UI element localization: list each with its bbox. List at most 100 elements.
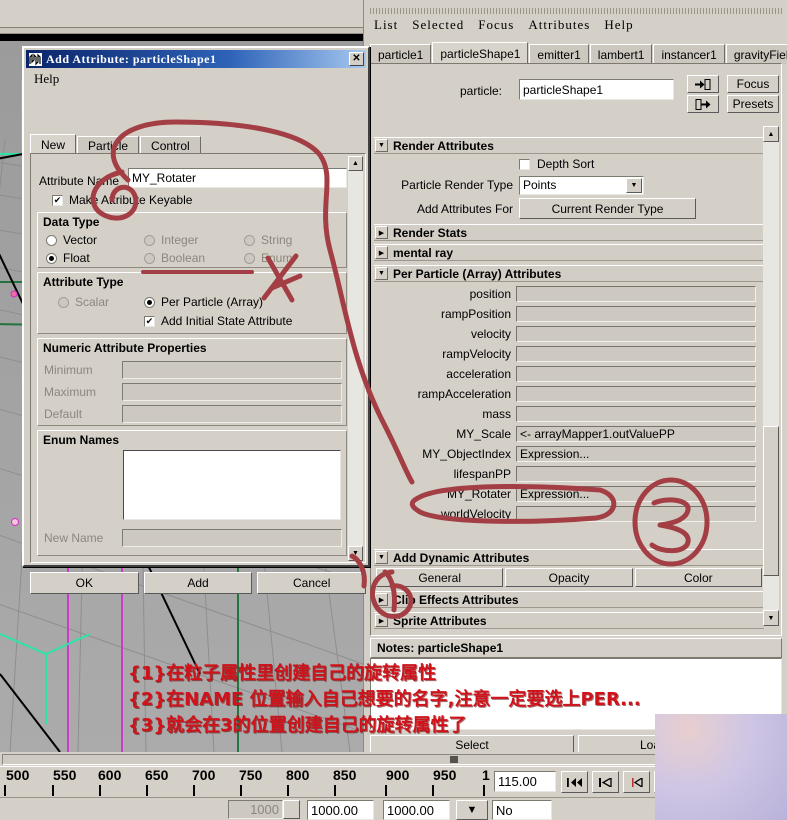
add-initial-state-checkbox[interactable]: ✔: [144, 315, 155, 327]
focus-button[interactable]: Focus: [727, 75, 779, 93]
step-back-icon[interactable]: [592, 771, 619, 793]
table-row[interactable]: velocity: [376, 325, 756, 342]
radio-string[interactable]: String: [244, 233, 292, 247]
unload-attributes-icon[interactable]: [687, 95, 719, 113]
close-icon[interactable]: ✕: [349, 52, 364, 66]
minimum-input[interactable]: [122, 360, 342, 379]
load-attributes-into-editor-icon[interactable]: [687, 75, 719, 93]
make-keyable-checkbox[interactable]: ✔: [52, 194, 63, 206]
table-row[interactable]: worldVelocity: [376, 505, 756, 522]
radio-icon[interactable]: [58, 296, 69, 308]
menu-help[interactable]: Help: [604, 17, 633, 33]
attr-value[interactable]: [516, 345, 756, 362]
make-keyable-row[interactable]: ✔ Make Attribute Keyable: [52, 193, 192, 207]
radio-icon[interactable]: [46, 234, 57, 246]
add-attribute-dialog[interactable]: Add Attribute: particleShape1 ✕ Help New…: [22, 46, 370, 594]
radio-icon[interactable]: [144, 252, 155, 264]
go-to-start-icon[interactable]: [561, 771, 588, 793]
radio-integer[interactable]: Integer: [144, 233, 198, 247]
scroll-down-icon[interactable]: ▼: [763, 610, 779, 626]
radio-float[interactable]: Float: [46, 251, 90, 265]
section-render-attributes[interactable]: ▼ Render Attributes: [374, 137, 764, 154]
general-button[interactable]: General: [376, 568, 504, 587]
scroll-up-icon[interactable]: ▲: [763, 126, 779, 142]
attr-value[interactable]: Expression...: [516, 445, 756, 462]
radio-icon-selected[interactable]: [144, 296, 155, 308]
depth-sort-row[interactable]: Depth Sort: [519, 157, 594, 171]
attr-value[interactable]: Expression...: [516, 485, 756, 502]
panel-drag-handle[interactable]: [370, 8, 782, 14]
current-time-field[interactable]: 115.00: [494, 771, 556, 792]
table-row[interactable]: acceleration: [376, 365, 756, 382]
radio-icon[interactable]: [244, 234, 255, 246]
tab-new[interactable]: New: [30, 134, 77, 154]
attr-value[interactable]: [516, 365, 756, 382]
attr-value[interactable]: [516, 465, 756, 482]
chevron-down-icon[interactable]: ▼: [456, 800, 488, 820]
attr-value[interactable]: [516, 325, 756, 342]
attr-value[interactable]: [516, 405, 756, 422]
radio-enum[interactable]: Enum: [244, 251, 292, 265]
tab-control[interactable]: Control: [140, 136, 201, 154]
radio-icon-selected[interactable]: [46, 252, 57, 264]
dialog-title-bar[interactable]: Add Attribute: particleShape1 ✕: [26, 50, 366, 68]
section-add-dynamic-attributes[interactable]: ▼ Add Dynamic Attributes: [374, 549, 764, 566]
table-row[interactable]: rampPosition: [376, 305, 756, 322]
section-render-stats[interactable]: ▶ Render Stats: [374, 224, 764, 241]
tab-particle[interactable]: Particle: [77, 136, 140, 154]
prev-key-icon[interactable]: [623, 771, 650, 793]
new-name-input[interactable]: [122, 528, 342, 547]
attribute-editor-scrollbar[interactable]: ▲ ▼: [763, 126, 779, 626]
opacity-button[interactable]: Opacity: [505, 568, 633, 587]
menu-attributes[interactable]: Attributes: [528, 17, 590, 33]
radio-per-particle-array[interactable]: Per Particle (Array): [144, 295, 263, 309]
scroll-down-icon[interactable]: ▼: [348, 546, 363, 561]
dialog-scrollbar[interactable]: ▲ ▼: [348, 156, 363, 561]
table-row[interactable]: position: [376, 285, 756, 302]
radio-icon[interactable]: [244, 252, 255, 264]
depth-sort-checkbox[interactable]: [519, 158, 530, 170]
attr-value[interactable]: [516, 285, 756, 302]
range-start-field[interactable]: 1000.00: [307, 800, 374, 820]
tab-particle1[interactable]: particle1: [370, 44, 432, 64]
add-button[interactable]: Add: [143, 572, 253, 594]
menu-list[interactable]: List: [374, 17, 398, 33]
radio-icon[interactable]: [144, 234, 155, 246]
attr-value[interactable]: [516, 385, 756, 402]
menu-selected[interactable]: Selected: [412, 17, 464, 33]
table-row-my-rotater[interactable]: MY_Rotater Expression...: [376, 485, 756, 502]
character-set-field[interactable]: No: [492, 800, 552, 820]
section-per-particle-attributes[interactable]: ▼ Per Particle (Array) Attributes: [374, 265, 764, 282]
tab-particleShape1[interactable]: particleShape1: [432, 42, 529, 64]
maximum-input[interactable]: [122, 382, 342, 401]
add-initial-state-row[interactable]: ✔ Add Initial State Attribute: [144, 314, 292, 328]
color-button[interactable]: Color: [634, 568, 762, 587]
chevron-down-icon[interactable]: ▼: [626, 177, 642, 193]
section-mental-ray[interactable]: ▶ mental ray: [374, 244, 764, 261]
tab-instancer1[interactable]: instancer1: [653, 44, 725, 64]
attr-value[interactable]: <- arrayMapper1.outValuePP: [516, 425, 756, 442]
radio-scalar[interactable]: Scalar: [58, 295, 109, 309]
tab-gravityField1[interactable]: gravityField1: [725, 44, 787, 64]
table-row[interactable]: mass: [376, 405, 756, 422]
current-render-type-button[interactable]: Current Render Type: [519, 198, 696, 219]
range-lock-button[interactable]: [283, 800, 300, 819]
node-name-field[interactable]: particleShape1: [519, 79, 674, 100]
table-row[interactable]: MY_ObjectIndex Expression...: [376, 445, 756, 462]
ok-button[interactable]: OK: [30, 572, 139, 594]
table-row[interactable]: MY_Scale <- arrayMapper1.outValuePP: [376, 425, 756, 442]
attr-value[interactable]: [516, 305, 756, 322]
table-row[interactable]: lifespanPP: [376, 465, 756, 482]
radio-vector[interactable]: Vector: [46, 233, 97, 247]
particle-render-type-select[interactable]: Points ▼: [519, 175, 644, 195]
radio-boolean[interactable]: Boolean: [144, 251, 205, 265]
attr-value[interactable]: [516, 505, 756, 522]
time-slider-handle[interactable]: [450, 756, 458, 763]
section-sprite-attributes[interactable]: ▶ Sprite Attributes: [374, 612, 764, 629]
tab-lambert1[interactable]: lambert1: [589, 44, 653, 64]
menu-help[interactable]: Help: [34, 71, 59, 87]
menu-focus[interactable]: Focus: [478, 17, 514, 33]
section-clip-effects-attributes[interactable]: ▶ Clip Effects Attributes: [374, 591, 764, 608]
default-input[interactable]: [122, 404, 342, 423]
presets-button[interactable]: Presets: [727, 95, 779, 113]
